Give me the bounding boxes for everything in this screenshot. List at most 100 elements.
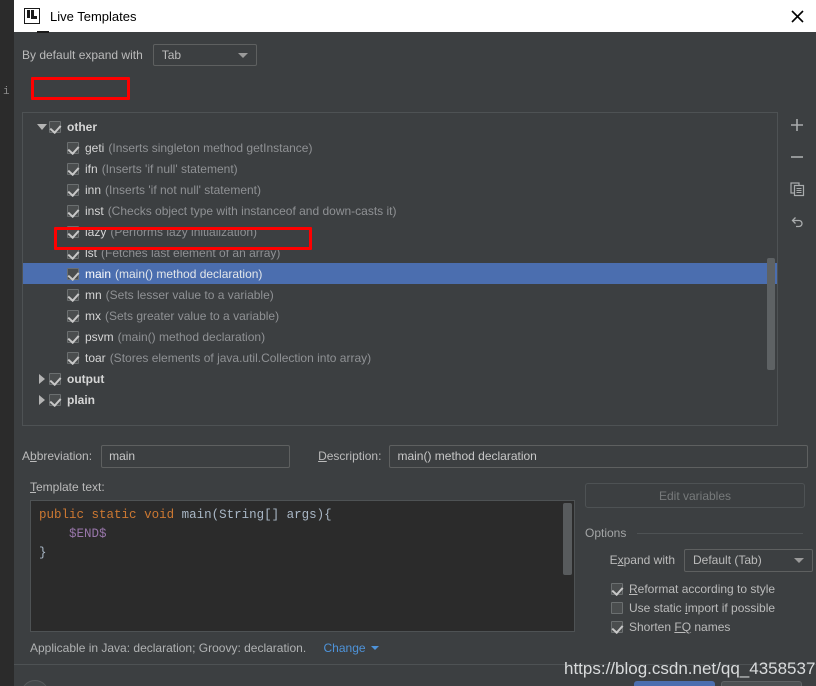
tree-group-checkbox[interactable] [49, 120, 61, 133]
applicable-context-text: Applicable in Java: declaration; Groovy:… [30, 641, 307, 655]
triangle-down-icon[interactable] [35, 123, 49, 130]
tree-group-label: plain [67, 392, 96, 407]
tree-item-description: (Inserts 'if not null' statement) [105, 182, 261, 197]
dialog-title: Live Templates [50, 8, 137, 24]
checkbox-box[interactable] [611, 602, 623, 614]
tree-item-abbreviation: geti [85, 140, 105, 155]
tree-item-abbreviation: inn [85, 182, 102, 197]
tree-item-geti[interactable]: geti (Inserts singleton method getInstan… [23, 137, 777, 158]
background-text-artifact: i [3, 86, 10, 98]
tree-item-abbreviation: inst [85, 203, 104, 218]
tree-scrollbar[interactable] [766, 114, 776, 425]
triangle-right-icon[interactable] [35, 373, 49, 384]
change-context-link[interactable]: Change [324, 641, 379, 655]
edit-variables-button[interactable]: Edit variables [585, 483, 805, 508]
tree-item-toar[interactable]: toar (Stores elements of java.util.Colle… [23, 347, 777, 368]
tree-item-checkbox[interactable] [67, 141, 79, 154]
tree-item-checkbox[interactable] [67, 309, 79, 322]
tree-item-checkbox[interactable] [67, 225, 79, 238]
tree-item-abbreviation: lazy [85, 224, 107, 239]
tree-group-output[interactable]: output [23, 368, 777, 389]
expand-with-row: Expand with Default (Tab) [599, 548, 813, 572]
help-button[interactable]: ? [21, 680, 49, 686]
tree-item-ifn[interactable]: ifn (Inserts 'if null' statement) [23, 158, 777, 179]
abbreviation-label: Abbreviation: [22, 449, 93, 463]
tree-item-description: (Checks object type with instanceof and … [107, 203, 397, 218]
tree-item-psvm[interactable]: psvm (main() method declaration) [23, 326, 777, 347]
tree-toolbar [784, 112, 812, 426]
tree-item-main[interactable]: main (main() method declaration) [23, 263, 777, 284]
background-ide-strip: i [0, 0, 14, 686]
copy-icon[interactable] [784, 176, 810, 202]
tree-item-abbreviation: toar [85, 350, 106, 365]
reformat-according-to-style-checkbox[interactable]: Reformat according to style [611, 580, 775, 598]
tree-group-other[interactable]: other [23, 116, 777, 137]
expand-with-label: Expand with [609, 553, 675, 567]
tree-item-checkbox[interactable] [67, 288, 79, 301]
tree-item-description: (main() method declaration) [117, 329, 266, 344]
tree-item-description: (Sets lesser value to a variable) [105, 287, 274, 302]
tree-item-abbreviation: lst [85, 245, 97, 260]
ok-button[interactable]: OK [634, 681, 715, 686]
tree-item-checkbox[interactable] [67, 204, 79, 217]
tree-item-checkbox[interactable] [67, 183, 79, 196]
tree-item-inn[interactable]: inn (Inserts 'if not null' statement) [23, 179, 777, 200]
template-text-label: Template text: [30, 480, 105, 494]
tree-item-mx[interactable]: mx (Sets greater value to a variable) [23, 305, 777, 326]
editor-scrollbar[interactable] [563, 502, 573, 630]
tree-item-abbreviation: mn [85, 287, 102, 302]
tree-item-abbreviation: mx [85, 308, 101, 323]
tree-group-checkbox[interactable] [49, 393, 61, 406]
options-group: Options Expand with Default (Tab) Reform… [585, 526, 813, 634]
expand-with-select[interactable]: Default (Tab) [684, 548, 813, 572]
templates-tree[interactable]: other geti (Inserts singleton method get… [23, 113, 777, 425]
default-expand-label: By default expand with [22, 48, 143, 62]
checkbox-label: Reformat according to style [629, 582, 776, 596]
tree-scrollbar-thumb[interactable] [767, 258, 775, 370]
tree-group-plain[interactable]: plain [23, 389, 777, 410]
tree-item-inst[interactable]: inst (Checks object type with instanceof… [23, 200, 777, 221]
checkbox-box[interactable] [611, 621, 623, 633]
tree-item-checkbox[interactable] [67, 330, 79, 343]
shorten-fq-names-checkbox[interactable]: Shorten FQ names [611, 618, 730, 636]
checkbox-label: Use static import if possible [629, 601, 776, 615]
template-text-editor[interactable]: public static void main(String[] args){ … [30, 500, 575, 632]
tree-item-checkbox[interactable] [67, 162, 79, 175]
checkbox-box[interactable] [611, 583, 623, 595]
abbreviation-input[interactable]: main [101, 444, 291, 468]
close-icon[interactable] [786, 6, 808, 26]
tree-item-lst[interactable]: lst (Fetches last element of an array) [23, 242, 777, 263]
dialog-titlebar: Live Templates [14, 0, 816, 33]
undo-arrow-icon[interactable] [784, 208, 810, 234]
cancel-button[interactable]: Cancel [721, 681, 802, 686]
chevron-down-icon [237, 53, 248, 58]
tree-item-checkbox[interactable] [67, 246, 79, 259]
editor-scrollbar-thumb[interactable] [563, 503, 572, 575]
description-input[interactable]: main() method declaration [389, 444, 809, 468]
tree-item-abbreviation: psvm [85, 329, 114, 344]
tree-group-label: other [67, 119, 97, 134]
default-expand-row: By default expand with Tab [14, 40, 816, 70]
chevron-down-icon [370, 646, 379, 650]
intellij-idea-logo-icon [24, 8, 49, 33]
tree-item-description: (Performs lazy initialization) [110, 224, 258, 239]
tree-group-checkbox[interactable] [49, 372, 61, 385]
checkbox-label: Shorten FQ names [629, 620, 731, 634]
applicable-context-row: Applicable in Java: declaration; Groovy:… [30, 641, 379, 655]
plus-icon[interactable] [784, 112, 810, 138]
options-group-divider [637, 533, 803, 534]
options-group-title: Options [585, 526, 633, 540]
abbreviation-description-row: Abbreviation: main Description: main() m… [22, 444, 812, 468]
default-expand-value: Tab [161, 48, 182, 62]
minus-icon[interactable] [784, 144, 810, 170]
default-expand-select[interactable]: Tab [152, 44, 257, 66]
tree-item-description: (Inserts 'if null' statement) [101, 161, 238, 176]
triangle-right-icon[interactable] [35, 394, 49, 405]
tree-group-label: output [67, 371, 105, 386]
tree-item-mn[interactable]: mn (Sets lesser value to a variable) [23, 284, 777, 305]
watermark-text: https://blog.csdn.net/qq_43585377 [564, 659, 816, 678]
tree-item-checkbox[interactable] [67, 267, 79, 280]
tree-item-lazy[interactable]: lazy (Performs lazy initialization) [23, 221, 777, 242]
use-static-import-checkbox[interactable]: Use static import if possible [611, 599, 775, 617]
tree-item-checkbox[interactable] [67, 351, 79, 364]
